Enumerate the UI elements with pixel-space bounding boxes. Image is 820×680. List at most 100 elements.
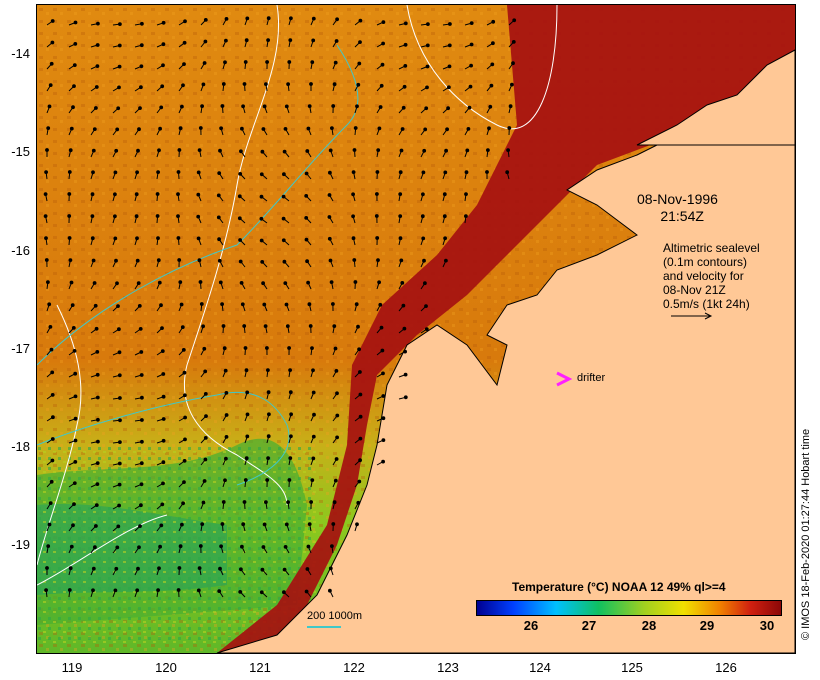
- velocity-arrow-head: [398, 170, 403, 175]
- velocity-arrow-head: [239, 281, 244, 285]
- velocity-arrow-head: [114, 258, 118, 263]
- velocity-arrow-head: [114, 566, 119, 571]
- velocity-arrow-head: [137, 304, 142, 308]
- velocity-arrow-head: [177, 566, 182, 570]
- velocity-arrow-head: [467, 105, 472, 110]
- velocity-arrow-head: [288, 38, 293, 42]
- velocity-arrow-head: [283, 127, 288, 131]
- velocity-arrow-head: [115, 127, 120, 132]
- velocity-arrow-head: [491, 41, 495, 46]
- velocity-arrow-head: [196, 588, 201, 593]
- velocity-arrow-head: [68, 258, 73, 263]
- velocity-arrow-head: [115, 281, 119, 286]
- velocity-arrow-head: [403, 64, 408, 68]
- x-axis-label: 120: [155, 660, 177, 675]
- velocity-arrow-head: [304, 237, 309, 242]
- velocity-arrow-head: [378, 302, 383, 307]
- velocity-arrow-head: [245, 390, 250, 395]
- date-text: 08-Nov-1996: [637, 191, 718, 207]
- velocity-arrow-head: [183, 437, 187, 442]
- velocity-arrow-head: [400, 281, 405, 285]
- velocity-arrow-head: [243, 346, 248, 350]
- velocity-arrow-head: [216, 193, 221, 198]
- velocity-arrow-head: [289, 412, 294, 417]
- velocity-arrow-head: [182, 370, 187, 375]
- velocity-arrow-head: [72, 481, 77, 486]
- velocity-arrow-head: [176, 170, 181, 174]
- velocity-arrow-head: [67, 214, 72, 218]
- velocity-arrow-head: [354, 302, 359, 307]
- velocity-arrow-head: [281, 238, 286, 243]
- velocity-arrow-head: [469, 63, 474, 68]
- velocity-arrow-head: [242, 324, 247, 328]
- velocity-arrow-head: [464, 214, 468, 219]
- velocity-arrow-head: [224, 435, 229, 439]
- velocity-arrow-head: [44, 258, 49, 262]
- velocity-arrow-head: [381, 459, 386, 464]
- colorbar-tick: 27: [581, 618, 597, 633]
- velocity-arrow-head: [72, 63, 77, 67]
- velocity-arrow-head: [398, 214, 403, 219]
- velocity-arrow-head: [93, 545, 97, 550]
- velocity-arrow-head: [266, 390, 271, 395]
- colorbar-title: Temperature (°C) NOAA 12 49% ql>=4: [512, 580, 726, 594]
- velocity-arrow-head: [426, 22, 430, 27]
- velocity-arrow-head: [243, 478, 248, 482]
- velocity-arrow-head: [134, 214, 139, 219]
- velocity-arrow-head: [180, 522, 184, 527]
- velocity-arrow-head: [155, 214, 160, 218]
- velocity-arrow-head: [307, 302, 312, 307]
- velocity-arrow-head: [261, 545, 266, 549]
- velocity-arrow-head: [224, 391, 229, 395]
- velocity-arrow-head: [90, 192, 95, 197]
- velocity-arrow-head: [136, 281, 141, 286]
- velocity-arrow-head: [216, 215, 221, 220]
- velocity-arrow-head: [425, 43, 430, 48]
- velocity-arrow-head: [289, 16, 293, 21]
- velocity-arrow-head: [45, 566, 49, 570]
- velocity-arrow-head: [50, 458, 55, 463]
- velocity-arrow-head: [464, 192, 468, 197]
- velocity-arrow-head: [242, 500, 247, 504]
- velocity-arrow-head: [113, 236, 118, 241]
- velocity-arrow-head: [260, 149, 265, 154]
- velocity-arrow-head: [260, 567, 265, 572]
- velocity-arrow-head: [327, 193, 332, 197]
- velocity-arrow-head: [159, 303, 163, 308]
- velocity-arrow-head: [139, 503, 143, 508]
- sst-map[interactable]: 08-Nov-1996 21:54Z Altimetric sealevel (…: [36, 4, 796, 654]
- velocity-arrow-head: [180, 325, 185, 330]
- velocity-arrow-head: [156, 236, 160, 241]
- velocity-arrow-head: [352, 148, 357, 152]
- velocity-arrow-head: [283, 545, 288, 549]
- velocity-arrow-head: [327, 215, 332, 219]
- velocity-arrow-head: [403, 349, 408, 354]
- velocity-arrow-head: [334, 457, 339, 461]
- velocity-arrow-head: [262, 522, 267, 527]
- velocity-arrow-head: [67, 588, 72, 592]
- velocity-arrow-head: [306, 126, 311, 131]
- velocity-arrow-head: [49, 479, 54, 484]
- velocity-arrow-head: [289, 434, 293, 439]
- velocity-legend: Altimetric sealevel (0.1m contours) and …: [663, 241, 760, 311]
- velocity-arrow-head: [282, 259, 287, 264]
- velocity-arrow-head: [286, 82, 291, 86]
- velocity-arrow-head: [465, 148, 470, 153]
- velocity-arrow-head: [329, 280, 334, 285]
- velocity-arrow-head: [442, 192, 447, 197]
- velocity-arrow-head: [73, 42, 78, 46]
- velocity-arrow-head: [288, 390, 293, 395]
- velocity-arrow-head: [222, 346, 227, 351]
- velocity-arrow-head: [181, 83, 185, 88]
- velocity-arrow-head: [139, 85, 143, 90]
- velocity-arrow-head: [328, 170, 332, 175]
- velocity-arrow-head: [241, 104, 246, 109]
- velocity-arrow-head: [358, 18, 363, 23]
- velocity-arrow-head: [201, 82, 206, 87]
- velocity-arrow-head: [266, 38, 271, 42]
- velocity-arrow-head: [96, 439, 100, 444]
- velocity-arrow-head: [218, 148, 222, 153]
- velocity-arrow-head: [425, 85, 429, 90]
- credit-text: © IMOS 18-Feb-2020 01:27:44 Hobart time: [800, 428, 812, 640]
- velocity-arrow-head: [379, 83, 384, 88]
